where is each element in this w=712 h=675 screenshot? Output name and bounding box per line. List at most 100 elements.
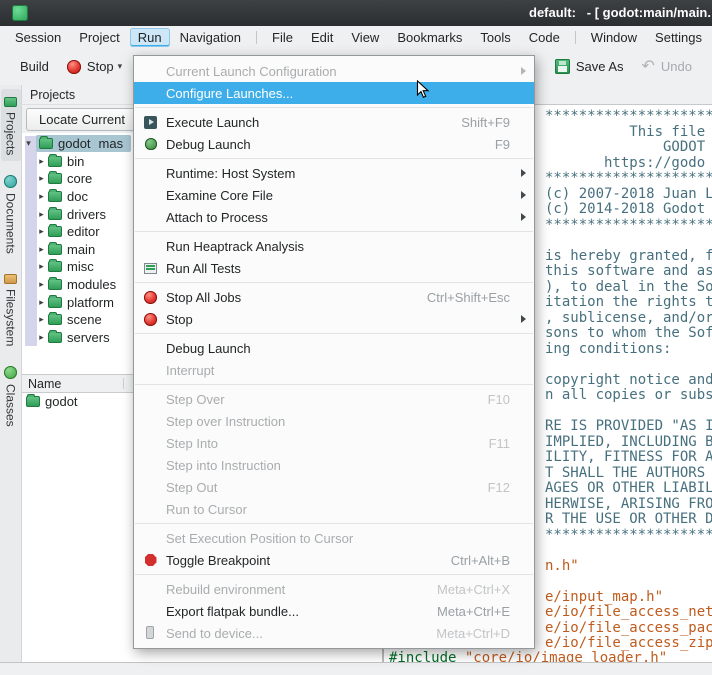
expander-icon[interactable]: ▸ (35, 332, 48, 343)
code-token: *********************** (545, 217, 712, 233)
menu-item-label: Step over Instruction (166, 414, 492, 429)
tree-item-label: platform (67, 295, 114, 310)
folder-icon (48, 173, 62, 184)
code-token: e/input_map.h" (545, 589, 663, 605)
device-icon (142, 625, 159, 641)
menu-item-shortcut: Ctrl+Alt+B (451, 553, 510, 568)
statusbar (0, 662, 712, 675)
locate-current-button[interactable]: Locate Current (26, 108, 138, 131)
code-token: e/io/file_access_zip.h" (545, 635, 712, 651)
expander-icon[interactable]: ▸ (35, 156, 48, 167)
menu-item-toggle-breakpoint[interactable]: Toggle BreakpointCtrl+Alt+B (134, 549, 534, 571)
menubar-item-bookmarks[interactable]: Bookmarks (389, 28, 470, 47)
menu-item-label: Run Heaptrack Analysis (166, 239, 492, 254)
tree-root-selection: godotmas (36, 135, 131, 152)
menu-icon-slot (142, 457, 159, 473)
code-token: RE IS PROVIDED "AS IS", (545, 418, 712, 434)
menubar-item-settings[interactable]: Settings (647, 28, 710, 47)
code-line: R THE USE OR OTHER DEAL (545, 512, 712, 528)
menu-item-attach-to-process[interactable]: Attach to Process (134, 206, 534, 228)
menubar-item-project[interactable]: Project (71, 28, 127, 47)
expander-icon[interactable]: ▸ (35, 173, 48, 184)
menu-item-step-over: Step Over F10 (134, 388, 534, 410)
code-token: e/io/file_access_networ (545, 604, 712, 620)
expander-icon[interactable]: ▸ (35, 279, 48, 290)
code-line: GODOT E (545, 140, 712, 156)
menu-item-label: Stop (166, 312, 492, 327)
code-line: *********************** (545, 528, 712, 544)
code-token: , sublicense, and/or se (545, 310, 712, 326)
build-button[interactable]: Build (12, 54, 57, 79)
stop-dropdown-arrow-icon[interactable]: ▾ (118, 61, 123, 72)
expander-icon[interactable]: ▸ (35, 244, 48, 255)
menu-icon-slot (142, 435, 159, 451)
menu-item-shortcut: Ctrl+Shift+Esc (427, 290, 510, 305)
dock-tab-classes[interactable]: Classes (1, 360, 21, 433)
menu-item-label: Runtime: Host System (166, 166, 492, 181)
menubar-item-window[interactable]: Window (583, 28, 645, 47)
code-line: this software and assoc (545, 264, 712, 280)
expander-icon[interactable]: ▸ (35, 314, 48, 325)
execute-launch-icon (142, 114, 159, 130)
menu-item-rebuild-environment: Rebuild environmentMeta+Ctrl+X (134, 578, 534, 600)
menu-item-runtime-host-system[interactable]: Runtime: Host System (134, 162, 534, 184)
window-title: default: - [ godot:main/main. (529, 5, 711, 20)
expander-icon[interactable]: ▸ (35, 297, 48, 308)
filesystem-icon (4, 274, 17, 284)
folder-icon (48, 191, 62, 202)
menu-separator (135, 158, 533, 159)
folder-icon (48, 279, 62, 290)
save-as-button[interactable]: Save As (547, 54, 632, 79)
code-token: *********************** (545, 170, 712, 186)
menu-item-examine-core-file[interactable]: Examine Core File (134, 184, 534, 206)
menu-item-run-to-cursor: Run to Cursor (134, 498, 534, 520)
stop-button[interactable]: Stop ▾ (59, 54, 130, 79)
menu-item-label: Examine Core File (166, 188, 492, 203)
menu-item-label: Export flatpak bundle... (166, 604, 419, 619)
code-token: is hereby granted, fre (545, 248, 712, 264)
titlebar: default: - [ godot:main/main. (0, 0, 712, 26)
menubar-item-file[interactable]: File (264, 28, 301, 47)
menubar-item-run[interactable]: Run (130, 28, 170, 47)
folder-icon (48, 244, 62, 255)
project-list-header-label: Name (28, 377, 61, 391)
menubar-item-view[interactable]: View (343, 28, 387, 47)
menu-separator (135, 384, 533, 385)
code-token: (c) 2014-2018 Godot E (545, 201, 712, 217)
dock-tab-filesystem[interactable]: Filesystem (1, 268, 21, 352)
menu-item-label: Configure Launches... (166, 86, 492, 101)
menubar-item-tools[interactable]: Tools (472, 28, 518, 47)
run-menu-popup: Current Launch ConfigurationConfigure La… (133, 55, 535, 649)
dock-tab-projects[interactable]: Projects (1, 89, 21, 161)
menu-item-export-flatpak-bundle[interactable]: Export flatpak bundle... Meta+Ctrl+E (134, 600, 534, 622)
save-icon (555, 59, 570, 74)
code-token: copyright notice and th (545, 372, 712, 388)
dock-tab-documents[interactable]: Documents (1, 169, 21, 260)
undo-button: ↶ Undo (634, 54, 700, 79)
menu-item-stop-all-jobs[interactable]: Stop All JobsCtrl+Shift+Esc (134, 286, 534, 308)
menu-item-run-heaptrack-analysis[interactable]: Run Heaptrack Analysis (134, 235, 534, 257)
menu-item-label: Run All Tests (166, 261, 492, 276)
tree-item-label: core (67, 171, 92, 186)
menu-icon-slot (142, 391, 159, 407)
menu-item-stop[interactable]: Stop (134, 308, 534, 330)
expander-icon[interactable]: ▸ (35, 226, 48, 237)
menu-item-execute-launch[interactable]: Execute LaunchShift+F9 (134, 111, 534, 133)
expander-icon[interactable]: ▸ (35, 209, 48, 220)
menu-item-debug-launch[interactable]: Debug LaunchF9 (134, 133, 534, 155)
menu-item-run-all-tests[interactable]: Run All Tests (134, 257, 534, 279)
expander-icon[interactable]: ▸ (35, 191, 48, 202)
undo-icon: ↶ (642, 60, 655, 74)
menubar-item-navigation[interactable]: Navigation (172, 28, 249, 47)
menu-item-debug-launch[interactable]: Debug Launch (134, 337, 534, 359)
expander-icon[interactable]: ▾ (22, 138, 35, 149)
menu-item-shortcut: F10 (488, 392, 510, 407)
expander-icon[interactable]: ▸ (35, 261, 48, 272)
menu-item-label: Step Over (166, 392, 470, 407)
menubar-item-code[interactable]: Code (521, 28, 568, 47)
menubar-item-edit[interactable]: Edit (303, 28, 341, 47)
menu-item-configure-launches[interactable]: Configure Launches... (134, 82, 534, 104)
menu-item-shortcut: Meta+Ctrl+E (437, 604, 510, 619)
menubar-item-session[interactable]: Session (7, 28, 69, 47)
folder-icon (48, 209, 62, 220)
